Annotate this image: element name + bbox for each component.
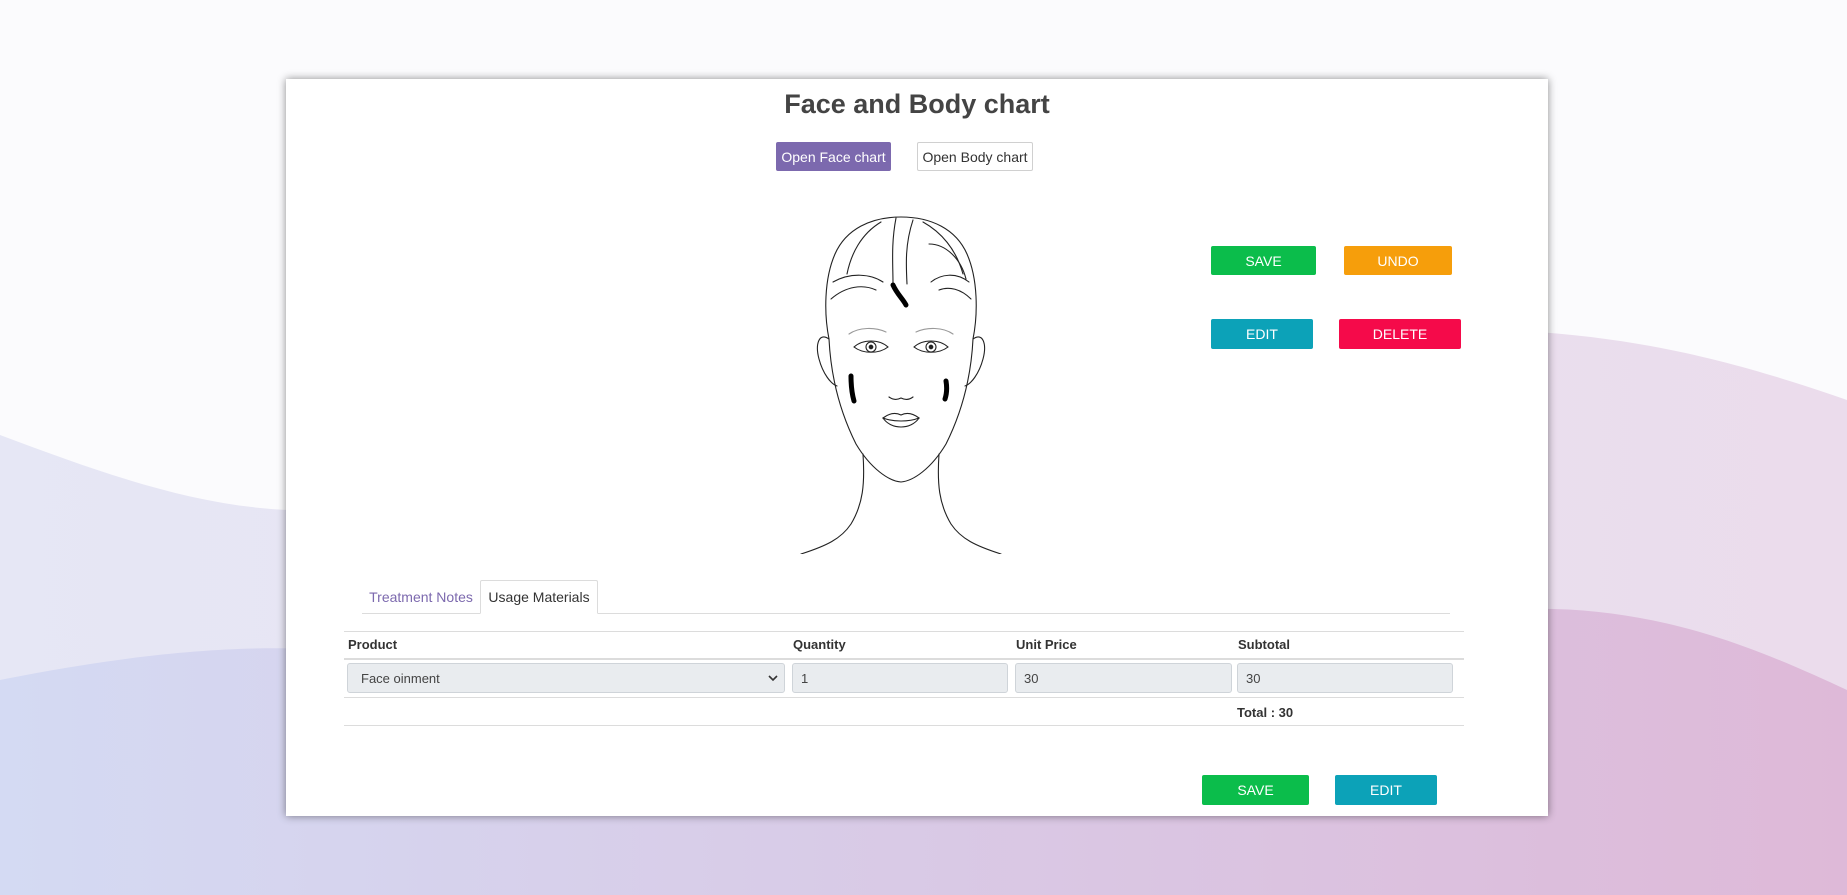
save-button[interactable]: SAVE: [1202, 775, 1309, 805]
total-label: Total : 30: [1237, 705, 1294, 720]
header-quantity: Quantity: [793, 637, 846, 652]
tab-usage-materials[interactable]: Usage Materials: [480, 580, 598, 614]
table-row: Face oinment 1 30 30: [344, 659, 1464, 698]
chevron-down-icon: [768, 675, 778, 682]
subtotal-input[interactable]: 30: [1237, 663, 1453, 693]
chart-card: Face and Body chart Open Face chart Open…: [286, 79, 1548, 816]
face-chart-canvas[interactable]: [791, 204, 1011, 554]
canvas-save-button[interactable]: SAVE: [1211, 246, 1316, 275]
page-title: Face and Body chart: [784, 89, 1050, 119]
total-row: Total : 30: [344, 698, 1464, 726]
tab-treatment-notes[interactable]: Treatment Notes: [362, 580, 480, 613]
edit-button[interactable]: EDIT: [1335, 775, 1437, 805]
product-select[interactable]: Face oinment: [347, 663, 785, 693]
open-face-chart-button[interactable]: Open Face chart: [776, 142, 891, 171]
header-product: Product: [348, 637, 398, 652]
canvas-edit-button[interactable]: EDIT: [1211, 319, 1313, 349]
quantity-input[interactable]: 1: [792, 663, 1008, 693]
canvas-undo-button[interactable]: UNDO: [1344, 246, 1452, 275]
canvas-delete-button[interactable]: DELETE: [1339, 319, 1461, 349]
table-header: Product Quantity Unit Price Subtotal: [344, 631, 1464, 660]
tab-bar: Treatment Notes Usage Materials: [362, 580, 1450, 614]
unit-price-input[interactable]: 30: [1015, 663, 1232, 693]
header-unit-price: Unit Price: [1016, 637, 1077, 652]
header-subtotal: Subtotal: [1238, 637, 1290, 652]
product-select-value: Face oinment: [361, 670, 440, 686]
open-body-chart-button[interactable]: Open Body chart: [917, 142, 1033, 171]
